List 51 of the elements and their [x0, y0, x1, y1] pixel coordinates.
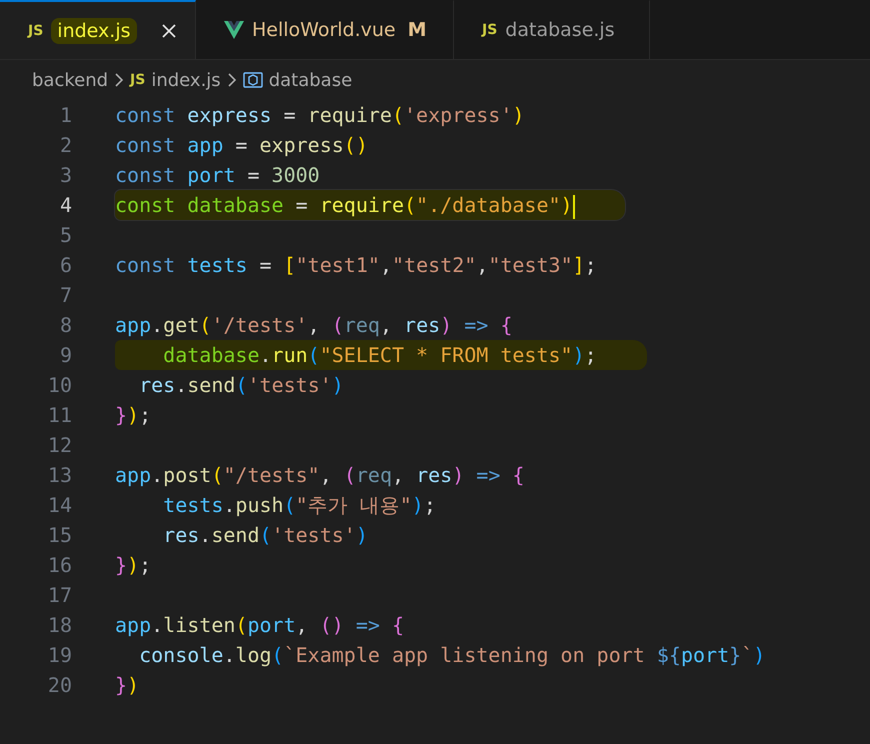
code-line: app.post("/tests", (req, res) => { — [115, 462, 526, 489]
line-number: 2 — [58, 133, 72, 157]
line-number: 13 — [46, 463, 72, 487]
breadcrumb-item[interactable]: database — [268, 70, 352, 90]
js-file-icon: JS — [130, 72, 146, 88]
code-line: app.get('/tests', (req, res) => { — [115, 312, 514, 339]
text-cursor — [572, 194, 575, 219]
modified-label: M — [408, 19, 427, 41]
line-number: 6 — [58, 253, 72, 277]
code-line: console.log(`Example app listening on port ${port}`) — [138, 642, 766, 669]
line-number: 1 — [58, 103, 72, 127]
line-number: 9 — [58, 343, 72, 367]
code-line: }); — [115, 402, 152, 429]
line-number: 16 — [46, 553, 72, 577]
line-number: 14 — [46, 493, 72, 517]
line-number: 19 — [46, 643, 72, 667]
line-number: 5 — [58, 223, 72, 247]
tab-label: database.js — [505, 19, 615, 41]
line-number: 4 — [58, 193, 72, 217]
line-number: 11 — [46, 403, 72, 427]
code-line: const app = express() — [115, 132, 369, 159]
tab-label: index.js — [51, 18, 136, 44]
code-line: const express = require('express') — [115, 102, 526, 129]
line-number: 12 — [46, 433, 72, 457]
code-line: tests.push("추가 내용"); — [162, 492, 437, 519]
breadcrumb-item[interactable]: index.js — [151, 70, 221, 90]
line-number: 17 — [46, 583, 72, 607]
js-file-icon: JS — [482, 22, 498, 38]
line-number: 10 — [46, 373, 72, 397]
line-number: 18 — [46, 613, 72, 637]
chevron-right-icon — [114, 72, 124, 88]
line-number: 8 — [58, 313, 72, 337]
code-line: app.listen(port, () => { — [115, 612, 406, 639]
variable-symbol-icon — [242, 71, 263, 89]
editor-tab[interactable]: JS index.js — [0, 0, 196, 59]
line-number: 3 — [58, 163, 72, 187]
code-line: res.send('tests') — [162, 522, 369, 549]
line-number: 20 — [46, 673, 72, 697]
line-number: 15 — [46, 523, 72, 547]
code-line: const tests = ["test1","test2","test3"]; — [115, 252, 598, 279]
code-line: res.send('tests') — [138, 372, 345, 399]
chevron-right-icon — [226, 72, 237, 88]
breadcrumb-item[interactable]: backend — [32, 70, 108, 90]
code-line: }) — [115, 672, 140, 699]
code-line: const port = 3000 — [115, 162, 321, 189]
js-file-icon: JS — [28, 22, 44, 38]
line-number: 7 — [58, 283, 72, 307]
close-icon[interactable] — [161, 22, 177, 38]
tab-label: HelloWorld.vue — [252, 19, 396, 41]
code-line: }); — [115, 552, 152, 579]
vue-logo-icon — [224, 21, 244, 39]
